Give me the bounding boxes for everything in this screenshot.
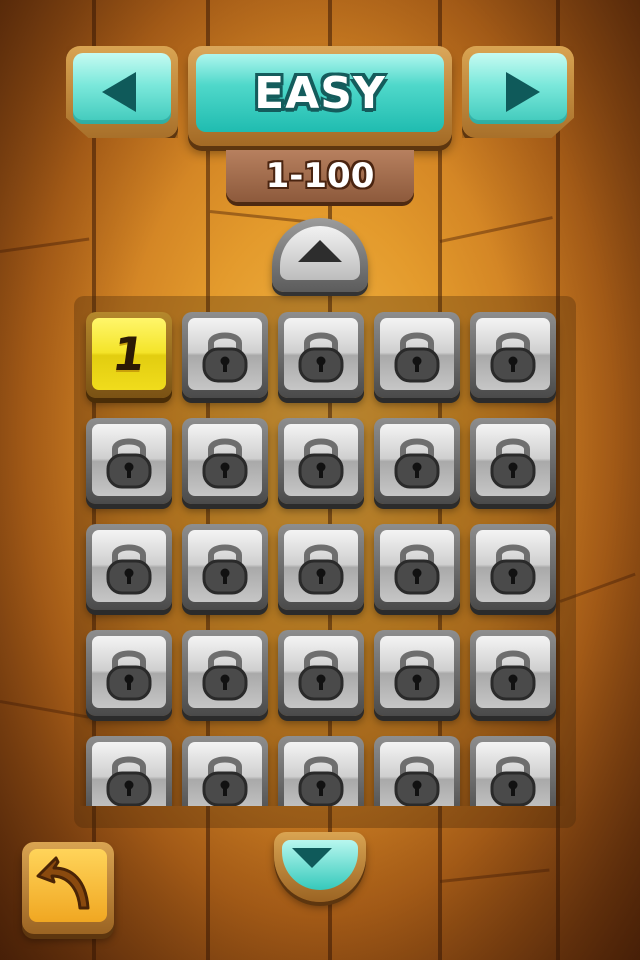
locked-level-tile[interactable] — [182, 418, 268, 504]
tile-face — [92, 530, 166, 602]
padlock-icon — [106, 438, 152, 489]
padlock-icon — [298, 756, 344, 806]
locked-level-tile[interactable] — [278, 418, 364, 504]
tile-face — [92, 636, 166, 708]
tile-face — [380, 742, 454, 806]
padlock-icon — [202, 438, 248, 489]
difficulty-label: EASY — [254, 67, 386, 119]
locked-level-tile[interactable] — [278, 630, 364, 716]
padlock-icon — [202, 756, 248, 806]
locked-level-tile[interactable] — [374, 312, 460, 398]
tile-face — [284, 742, 358, 806]
tile-face — [476, 318, 550, 390]
down-arrow-icon — [292, 848, 332, 868]
tile-face — [188, 742, 262, 806]
tile-face — [476, 742, 550, 806]
tile-face — [284, 636, 358, 708]
locked-level-tile[interactable] — [182, 524, 268, 610]
locked-level-tile[interactable] — [470, 736, 556, 806]
tile-face — [476, 636, 550, 708]
tile-face — [476, 424, 550, 496]
locked-level-tile[interactable] — [182, 736, 268, 806]
tile-face — [92, 424, 166, 496]
locked-level-tile[interactable] — [470, 524, 556, 610]
right-arrow-icon — [506, 72, 540, 112]
locked-level-tile[interactable] — [182, 630, 268, 716]
padlock-icon — [106, 650, 152, 701]
level-grid: 1 — [80, 306, 570, 806]
back-arrow-icon — [36, 856, 90, 910]
locked-level-tile[interactable] — [374, 418, 460, 504]
tile-face: 1 — [92, 318, 166, 390]
padlock-icon — [394, 650, 440, 701]
locked-level-tile[interactable] — [470, 312, 556, 398]
locked-level-tile[interactable] — [374, 524, 460, 610]
padlock-icon — [490, 756, 536, 806]
left-arrow-icon — [102, 72, 136, 112]
padlock-icon — [202, 650, 248, 701]
unlocked-level-tile[interactable]: 1 — [86, 312, 172, 398]
padlock-icon — [202, 544, 248, 595]
padlock-icon — [106, 544, 152, 595]
padlock-icon — [202, 332, 248, 383]
tile-face — [284, 424, 358, 496]
padlock-icon — [490, 650, 536, 701]
tile-face — [380, 636, 454, 708]
locked-level-tile[interactable] — [374, 736, 460, 806]
padlock-icon — [490, 438, 536, 489]
difficulty-title-button[interactable]: EASY — [188, 46, 452, 146]
tile-face — [284, 318, 358, 390]
locked-level-tile[interactable] — [86, 418, 172, 504]
locked-level-tile[interactable] — [278, 312, 364, 398]
padlock-icon — [298, 332, 344, 383]
tile-face — [188, 424, 262, 496]
tile-face — [188, 318, 262, 390]
locked-level-tile[interactable] — [374, 630, 460, 716]
locked-level-tile[interactable] — [278, 736, 364, 806]
locked-level-tile[interactable] — [86, 736, 172, 806]
locked-level-tile[interactable] — [86, 524, 172, 610]
tile-face — [284, 530, 358, 602]
level-range-label: 1-100 — [265, 156, 375, 196]
tile-face — [380, 424, 454, 496]
padlock-icon — [298, 438, 344, 489]
padlock-icon — [298, 650, 344, 701]
locked-level-tile[interactable] — [86, 630, 172, 716]
level-range-plate: 1-100 — [226, 150, 414, 202]
padlock-icon — [394, 544, 440, 595]
locked-level-tile[interactable] — [182, 312, 268, 398]
back-button[interactable] — [22, 842, 114, 934]
locked-level-tile[interactable] — [470, 630, 556, 716]
padlock-icon — [490, 544, 536, 595]
level-number: 1 — [109, 327, 149, 381]
tile-face — [380, 318, 454, 390]
locked-level-tile[interactable] — [278, 524, 364, 610]
padlock-icon — [394, 332, 440, 383]
button-face: EASY — [196, 54, 444, 132]
next-difficulty-button[interactable] — [462, 46, 574, 138]
prev-difficulty-button[interactable] — [66, 46, 178, 138]
locked-level-tile[interactable] — [470, 418, 556, 504]
tile-face — [188, 636, 262, 708]
up-arrow-icon — [298, 240, 342, 262]
tile-face — [92, 742, 166, 806]
level-grid-viewport[interactable]: 1 — [80, 306, 570, 806]
tile-face — [380, 530, 454, 602]
tile-face — [476, 530, 550, 602]
padlock-icon — [490, 332, 536, 383]
padlock-icon — [394, 438, 440, 489]
tile-face — [188, 530, 262, 602]
padlock-icon — [394, 756, 440, 806]
padlock-icon — [298, 544, 344, 595]
padlock-icon — [106, 756, 152, 806]
